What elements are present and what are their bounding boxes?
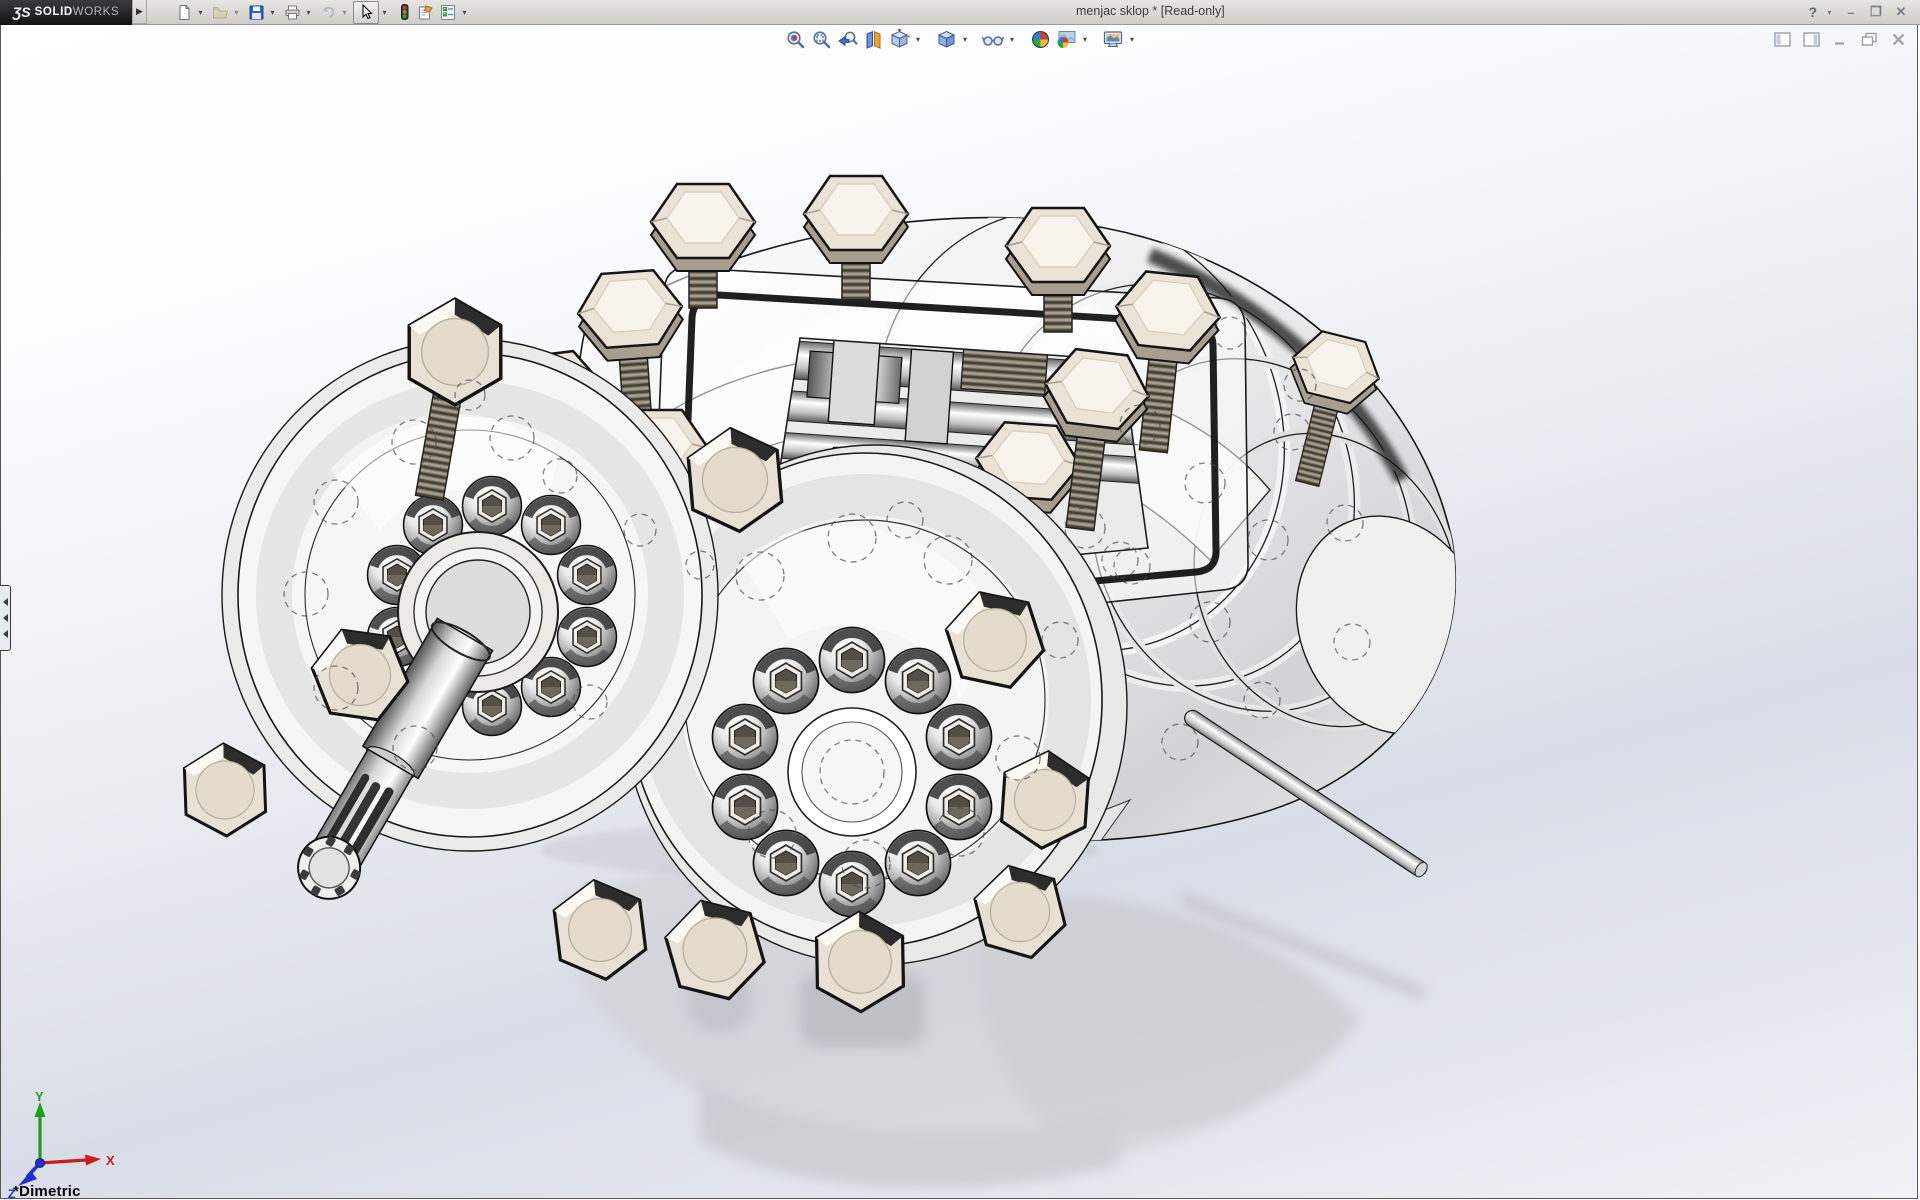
app-window-controls: ? ▾ – ❐ ✕ bbox=[1808, 0, 1910, 24]
collapse-right-pane-icon bbox=[1803, 32, 1820, 47]
edit-appearance-button[interactable] bbox=[1028, 27, 1052, 51]
new-document-icon bbox=[176, 4, 193, 21]
solidworks-logo-mark-icon: ƷS bbox=[13, 4, 31, 20]
document-window-controls bbox=[1772, 30, 1908, 48]
eyeglasses-icon bbox=[982, 29, 1004, 50]
select-button[interactable] bbox=[353, 1, 379, 24]
help-dropdown-arrow[interactable]: ▾ bbox=[1824, 1, 1835, 23]
solidworks-brand-text: SOLIDWORKS bbox=[35, 6, 120, 18]
close-document-icon bbox=[1891, 32, 1906, 47]
rebuild-button[interactable] bbox=[393, 1, 415, 23]
solidworks-logo[interactable]: ƷS SOLIDWORKS bbox=[0, 0, 132, 25]
collapse-right-pane-button[interactable] bbox=[1801, 30, 1821, 48]
file-properties-button[interactable] bbox=[415, 1, 437, 23]
file-properties-icon bbox=[417, 4, 435, 21]
dropdown-arrow[interactable]: ▾ bbox=[1127, 35, 1137, 44]
collapse-left-pane-button[interactable] bbox=[1772, 30, 1792, 48]
restore-button[interactable]: ❐ bbox=[1867, 4, 1885, 20]
undo-button[interactable] bbox=[317, 1, 339, 23]
apply-scene-icon bbox=[1055, 29, 1077, 50]
standard-toolbar: ▾ ▾ ▾ ▾ bbox=[173, 0, 473, 24]
options-button[interactable] bbox=[437, 1, 459, 23]
display-style-button[interactable] bbox=[934, 27, 958, 51]
restore-document-icon bbox=[1861, 32, 1878, 47]
previous-view-icon bbox=[837, 29, 858, 50]
expand-pane-arrow-icon bbox=[3, 614, 8, 622]
view-orientation-button[interactable] bbox=[887, 27, 911, 51]
minimize-button[interactable]: – bbox=[1842, 5, 1860, 20]
zoom-to-fit-icon bbox=[785, 29, 806, 50]
zoom-to-area-icon bbox=[811, 29, 832, 50]
dropdown-arrow[interactable]: ▾ bbox=[195, 1, 206, 23]
open-folder-icon bbox=[212, 4, 229, 21]
dropdown-arrow[interactable]: ▾ bbox=[267, 1, 278, 23]
svg-text:Y: Y bbox=[35, 1090, 44, 1104]
save-floppy-icon bbox=[248, 4, 265, 21]
restore-document-button[interactable] bbox=[1859, 30, 1879, 48]
undo-arrow-icon bbox=[320, 4, 337, 21]
minimize-document-button[interactable] bbox=[1830, 30, 1850, 48]
dropdown-arrow[interactable]: ▾ bbox=[231, 1, 242, 23]
dropdown-arrow[interactable]: ▾ bbox=[1080, 35, 1090, 44]
menu-flyout-arrow[interactable]: ▶ bbox=[132, 0, 147, 24]
printer-icon bbox=[284, 4, 301, 21]
dropdown-arrow[interactable]: ▾ bbox=[379, 1, 390, 23]
title-bar: ƷS SOLIDWORKS ▶ ▾ ▾ ▾ bbox=[0, 0, 1920, 25]
view-settings-monitor-icon bbox=[1102, 29, 1124, 50]
dropdown-arrow[interactable]: ▾ bbox=[960, 35, 970, 44]
heads-up-view-toolbar: ▾ ▾ ▾ bbox=[0, 27, 1920, 51]
save-button[interactable] bbox=[245, 1, 267, 23]
collapse-left-pane-icon bbox=[1774, 32, 1791, 47]
zoom-to-area-button[interactable] bbox=[809, 27, 833, 51]
help-button[interactable]: ? bbox=[1808, 4, 1817, 20]
display-style-cube-icon bbox=[936, 29, 957, 50]
options-list-icon bbox=[439, 4, 457, 21]
print-button[interactable] bbox=[281, 1, 303, 23]
view-settings-button[interactable] bbox=[1101, 27, 1125, 51]
view-orientation-label: *Dimetric bbox=[13, 1183, 81, 1200]
dropdown-arrow[interactable]: ▾ bbox=[1007, 35, 1017, 44]
open-document-button[interactable] bbox=[209, 1, 231, 23]
zoom-to-fit-button[interactable] bbox=[783, 27, 807, 51]
apply-scene-button[interactable] bbox=[1054, 27, 1078, 51]
close-document-button[interactable] bbox=[1888, 30, 1908, 48]
view-orientation-cube-icon bbox=[889, 29, 910, 50]
dropdown-arrow[interactable]: ▾ bbox=[303, 1, 314, 23]
appearance-ball-icon bbox=[1030, 29, 1051, 50]
feature-manager-collapsed-tab[interactable] bbox=[0, 585, 11, 651]
document-title: menjac sklop * [Read-only] bbox=[1076, 4, 1225, 18]
dropdown-arrow[interactable]: ▾ bbox=[339, 1, 350, 23]
svg-text:X: X bbox=[106, 1153, 115, 1168]
traffic-light-icon bbox=[396, 3, 413, 21]
expand-pane-arrow-icon bbox=[3, 598, 8, 606]
section-view-icon bbox=[863, 29, 884, 50]
dropdown-arrow[interactable]: ▾ bbox=[913, 35, 923, 44]
new-document-button[interactable] bbox=[173, 1, 195, 23]
gearbox-3d-model[interactable] bbox=[0, 0, 1920, 1200]
select-cursor-icon bbox=[358, 4, 374, 20]
close-button[interactable]: ✕ bbox=[1892, 4, 1910, 20]
section-view-button[interactable] bbox=[861, 27, 885, 51]
hide-show-items-button[interactable] bbox=[981, 27, 1005, 51]
expand-pane-arrow-icon bbox=[3, 630, 8, 638]
minimize-document-icon bbox=[1833, 32, 1848, 47]
previous-view-button[interactable] bbox=[835, 27, 859, 51]
dropdown-arrow[interactable]: ▾ bbox=[459, 1, 470, 23]
